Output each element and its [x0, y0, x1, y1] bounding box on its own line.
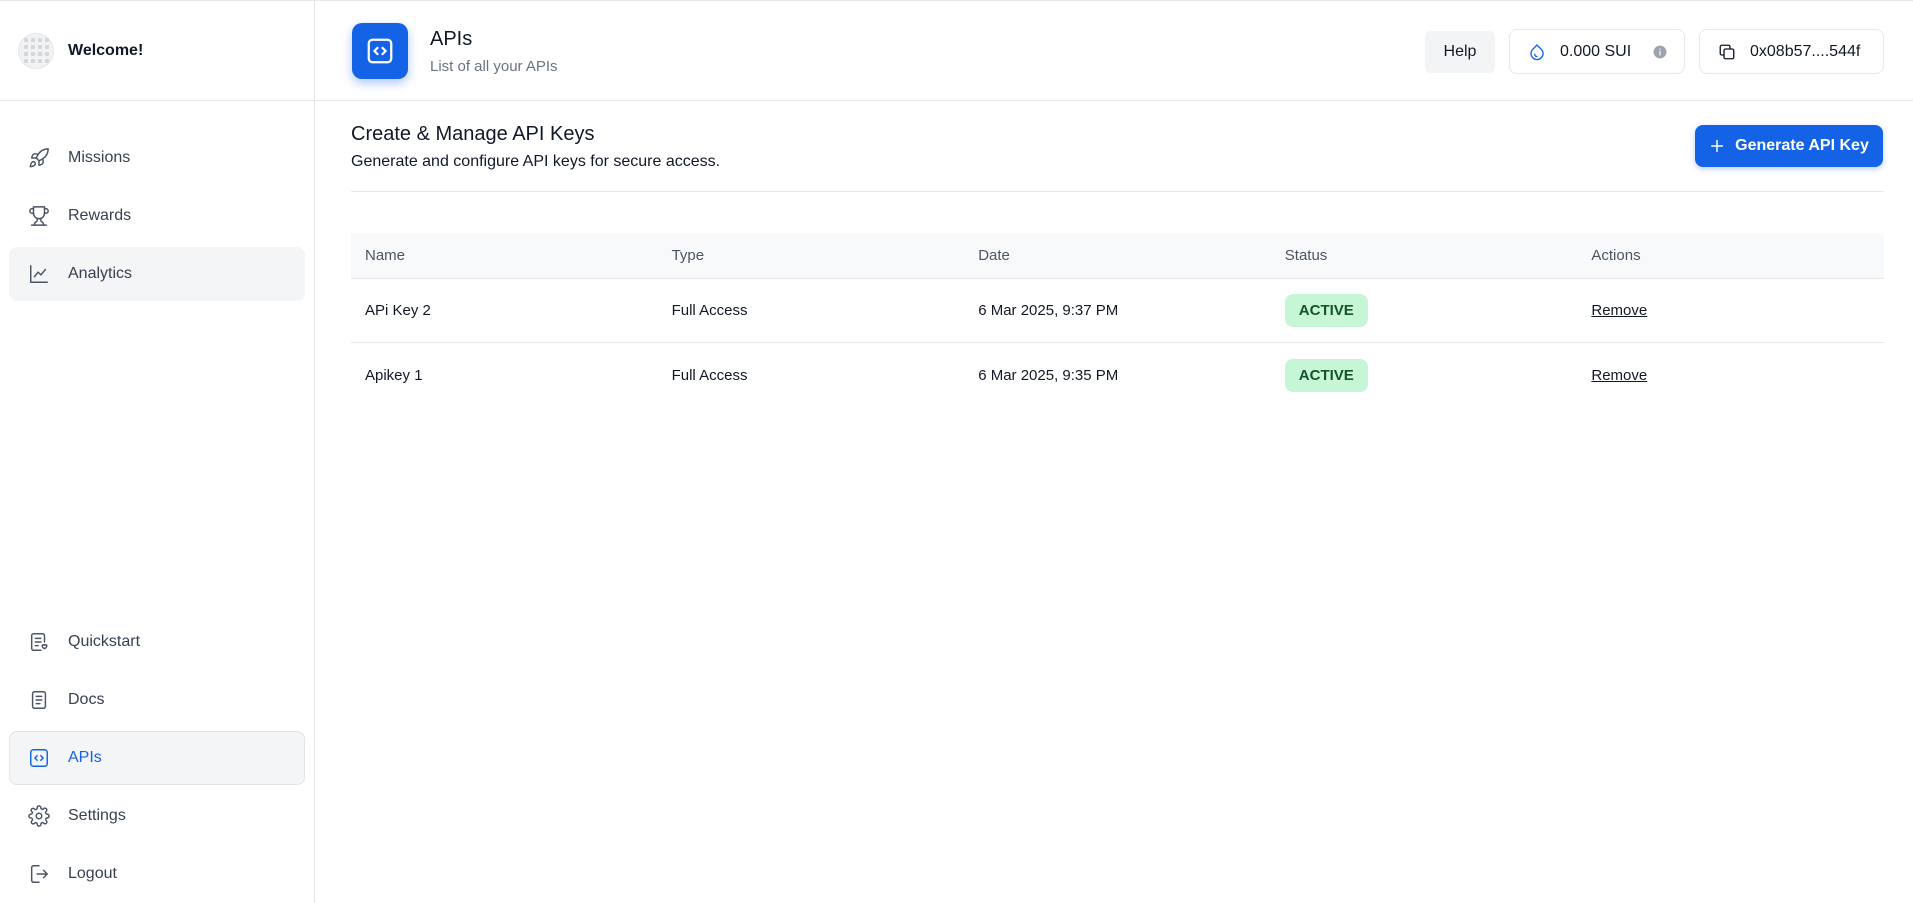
column-header-name[interactable]: Name — [351, 247, 658, 264]
table-row: Apikey 1 Full Access 6 Mar 2025, 9:35 PM… — [351, 343, 1884, 407]
sidebar-item-missions[interactable]: Missions — [9, 131, 305, 185]
welcome-text: Welcome! — [68, 41, 144, 59]
sidebar-item-label: Quickstart — [68, 633, 141, 650]
sidebar-item-settings[interactable]: Settings — [9, 789, 305, 843]
balance-display[interactable]: 0.000 SUI — [1509, 29, 1685, 74]
sidebar-item-label: Settings — [68, 807, 126, 824]
gear-icon — [28, 805, 50, 827]
sidebar-item-label: Logout — [68, 865, 117, 882]
sidebar-item-apis[interactable]: APIs — [9, 731, 305, 785]
sidebar-nav-top: Missions Rewards Analytics — [9, 131, 305, 305]
cell-name: Apikey 1 — [365, 366, 423, 384]
section-subtitle: Generate and configure API keys for secu… — [351, 153, 721, 170]
sidebar-item-quickstart[interactable]: Quickstart — [9, 615, 305, 669]
column-header-type[interactable]: Type — [658, 247, 965, 264]
cell-date: 6 Mar 2025, 9:37 PM — [978, 302, 1119, 319]
column-header-status[interactable]: Status — [1271, 247, 1578, 264]
status-badge: ACTIVE — [1284, 294, 1368, 327]
info-icon[interactable] — [1653, 45, 1667, 59]
avatar[interactable] — [18, 32, 54, 69]
sidebar-item-docs[interactable]: Docs — [9, 673, 305, 727]
cell-status: ACTIVE — [1271, 294, 1578, 327]
remove-link[interactable]: Remove — [1591, 302, 1647, 319]
wallet-address-button[interactable]: 0x08b57....544f — [1699, 29, 1884, 74]
sidebar-item-rewards[interactable]: Rewards — [9, 189, 305, 243]
sidebar-item-logout[interactable]: Logout — [9, 847, 305, 901]
cell-name: APi Key 2 — [365, 302, 431, 319]
cell-type: Full Access — [671, 366, 748, 384]
status-badge: ACTIVE — [1284, 358, 1368, 392]
quickstart-icon — [30, 633, 48, 651]
page-title: APIs — [430, 28, 473, 50]
generate-api-key-label: Generate API Key — [1735, 137, 1869, 154]
cell-actions: Remove — [1577, 302, 1884, 319]
balance-value: 0.000 SUI — [1560, 42, 1632, 60]
table-header: Name Type Date Status Actions — [351, 233, 1884, 279]
page-icon — [352, 23, 408, 79]
wallet-address: 0x08b57....544f — [1750, 42, 1861, 60]
sidebar-item-label: APIs — [68, 749, 102, 766]
copy-icon — [1719, 44, 1735, 59]
trophy-icon — [29, 206, 49, 226]
code-icon — [367, 38, 393, 64]
document-icon — [31, 691, 47, 709]
divider — [351, 191, 1884, 192]
sidebar: Welcome! Missions Rewards Analytics Quic… — [0, 1, 315, 903]
sidebar-header: Welcome! — [0, 1, 314, 101]
code-icon — [30, 749, 48, 767]
remove-link[interactable]: Remove — [1591, 367, 1647, 384]
chart-line-icon — [30, 265, 48, 283]
droplet-icon — [1530, 43, 1544, 60]
cell-type: Full Access — [671, 302, 748, 319]
page-subtitle: List of all your APIs — [430, 58, 558, 75]
cell-status: ACTIVE — [1271, 358, 1578, 392]
table-row: APi Key 2 Full Access 6 Mar 2025, 9:37 P… — [351, 279, 1884, 343]
column-header-actions: Actions — [1591, 247, 1641, 264]
cell-date: 6 Mar 2025, 9:35 PM — [978, 366, 1119, 384]
column-header-date[interactable]: Date — [964, 247, 1271, 264]
sidebar-item-label: Docs — [68, 691, 105, 708]
rocket-icon — [29, 148, 49, 168]
cell-actions: Remove — [1577, 367, 1884, 384]
generate-api-key-button[interactable]: Generate API Key — [1695, 125, 1883, 167]
logout-icon — [30, 865, 48, 883]
sidebar-item-label: Rewards — [68, 207, 132, 224]
sidebar-item-label: Missions — [68, 149, 131, 166]
api-keys-table: Name Type Date Status Actions APi Key 2 … — [351, 233, 1884, 407]
help-button[interactable]: Help — [1425, 31, 1495, 73]
section-title: Create & Manage API Keys — [351, 123, 595, 145]
sidebar-item-analytics[interactable]: Analytics — [9, 247, 305, 301]
plus-icon — [1711, 139, 1724, 153]
sidebar-nav-bottom: Quickstart Docs APIs Settings Logout — [9, 615, 305, 903]
sidebar-item-label: Analytics — [68, 265, 133, 282]
top-bar: APIs List of all your APIs Help 0.000 SU… — [316, 1, 1913, 101]
